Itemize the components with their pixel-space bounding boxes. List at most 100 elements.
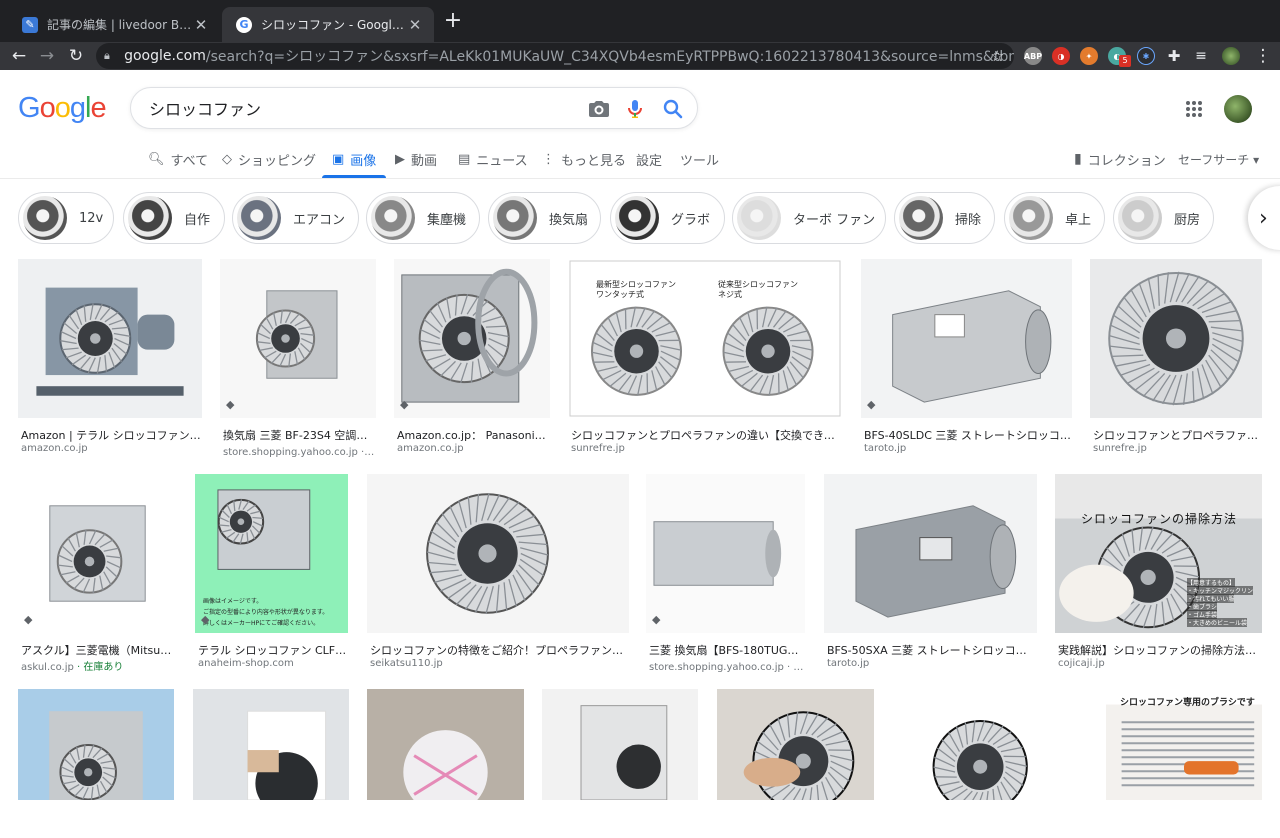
result-thumbnail[interactable] xyxy=(717,689,874,800)
chrome-menu-icon[interactable]: ⋮ xyxy=(1250,43,1276,69)
image-result[interactable]: シロッコファンとプロペラファ…sunrefre.jp xyxy=(1090,259,1262,456)
search-icon[interactable] xyxy=(661,97,685,121)
result-thumbnail[interactable] xyxy=(1090,259,1262,418)
metamask-extension-icon[interactable]: ✦ xyxy=(1080,47,1098,65)
account-avatar[interactable] xyxy=(1224,95,1252,123)
result-thumbnail[interactable] xyxy=(18,259,202,418)
image-result[interactable] xyxy=(18,689,174,838)
result-caption[interactable]: Amazon.co.jp： Panasonic (… xyxy=(397,427,549,443)
chip-0[interactable]: 12v xyxy=(18,192,114,244)
result-thumbnail[interactable]: シロッコファンの掃除方法【用意するもの】・キッチンマジックリン・汚れてもいい服・… xyxy=(1055,474,1262,633)
image-result[interactable] xyxy=(717,689,874,838)
result-thumbnail[interactable] xyxy=(193,689,349,800)
result-caption[interactable]: シロッコファンとプロペラファ… xyxy=(1093,427,1261,443)
media-queue-icon[interactable]: ≡ xyxy=(1188,43,1214,69)
collections-link[interactable]: ▮ コレクション xyxy=(1074,140,1166,178)
result-caption[interactable]: 換気扇 三菱 BF-23S4 空調送… xyxy=(223,427,375,443)
result-caption[interactable]: アスクル】三菱電機（Mitsubi… xyxy=(21,642,176,658)
image-result[interactable] xyxy=(193,689,349,838)
close-tab-icon[interactable]: ✕ xyxy=(192,16,210,34)
image-result[interactable] xyxy=(892,689,1088,838)
tab-all[interactable]: 🔍︎ すべて xyxy=(148,140,208,178)
chip-label: ターボ ファン xyxy=(793,209,875,228)
browser-tab-google[interactable]: G シロッコファン - Google 検索 ✕ xyxy=(222,7,434,42)
shopping-tag-icon: ◆ xyxy=(226,398,240,412)
blue-extension-icon[interactable]: ✱ xyxy=(1137,47,1155,65)
image-result[interactable]: BFS-50SXA 三菱 ストレートシロッコフ…taroto.jp xyxy=(824,474,1037,671)
chip-9[interactable]: 厨房 xyxy=(1113,192,1214,244)
adblock-extension-icon[interactable]: ABP xyxy=(1024,47,1042,65)
result-thumbnail[interactable]: ◆ xyxy=(646,474,805,633)
result-caption[interactable]: Amazon | テラル シロッコファン … xyxy=(21,427,201,443)
search-box[interactable] xyxy=(130,87,698,129)
image-result[interactable]: ◆BFS-40SLDC 三菱 ストレートシロッコフ…taroto.jp xyxy=(861,259,1072,456)
result-thumbnail[interactable] xyxy=(824,474,1037,633)
address-bar[interactable]: 🔒︎ google.com /search?q=シロッコファン&sxsrf=AL… xyxy=(96,43,1014,69)
result-caption[interactable]: 実践解説】シロッコファンの掃除方法… xyxy=(1058,642,1261,658)
result-thumbnail[interactable]: シロッコファン専用のブラシです xyxy=(1106,689,1262,800)
back-button[interactable]: ← xyxy=(6,43,32,69)
result-caption[interactable]: BFS-40SLDC 三菱 ストレートシロッコフ… xyxy=(864,427,1071,443)
image-result[interactable]: 最新型シロッコファンワンタッチ式従来型シロッコファンネジ式シロッコファンとプロペ… xyxy=(568,259,842,456)
close-tab-icon[interactable]: ✕ xyxy=(406,16,424,34)
browser-tab-livedoor[interactable]: ✎ 記事の編集 | livedoor Blog ✕ xyxy=(8,7,220,42)
image-result[interactable] xyxy=(542,689,698,838)
search-input[interactable] xyxy=(149,96,569,120)
result-caption[interactable]: テラル シロッコファン CLF2… xyxy=(198,642,347,658)
tab-videos[interactable]: ▶ 動画 xyxy=(395,140,437,178)
bookmark-star-icon[interactable]: ☆ xyxy=(991,47,1004,65)
image-result[interactable] xyxy=(367,689,524,838)
image-result[interactable]: シロッコファンの特徴をご紹介！プロペラファン…seikatsu110.jp xyxy=(367,474,629,671)
result-thumbnail[interactable]: ◆ xyxy=(394,259,550,418)
image-result[interactable]: ◆換気扇 三菱 BF-23S4 空調送…store.shopping.yahoo… xyxy=(220,259,376,456)
chip-1[interactable]: 自作 xyxy=(123,192,225,244)
result-thumbnail[interactable]: 画像はイメージです。ご指定の型番により内容や形状が異なります。詳しくはメーカーH… xyxy=(195,474,348,633)
red-extension-icon[interactable]: ◑ xyxy=(1052,47,1070,65)
microphone-icon[interactable] xyxy=(623,97,647,121)
tab-more[interactable]: ⋮ もっと見る xyxy=(542,140,626,178)
result-thumbnail[interactable] xyxy=(367,474,629,633)
google-logo[interactable]: Google xyxy=(18,92,106,125)
result-caption[interactable]: BFS-50SXA 三菱 ストレートシロッコフ… xyxy=(827,642,1036,658)
image-result[interactable]: ◆三菱 換気扇【BFS-180TUG】…store.shopping.yahoo… xyxy=(646,474,805,671)
extensions-puzzle-icon[interactable]: ✚ xyxy=(1161,43,1187,69)
result-thumbnail[interactable] xyxy=(892,689,1088,800)
chip-2[interactable]: エアコン xyxy=(232,192,359,244)
result-caption[interactable]: シロッコファンとプロペラファンの違い【交換できる… xyxy=(571,427,841,443)
new-tab-button[interactable]: + xyxy=(441,10,465,34)
tab-images[interactable]: ▣ 画像 xyxy=(322,140,386,178)
image-result[interactable]: Amazon | テラル シロッコファン …amazon.co.jp xyxy=(18,259,202,456)
camera-icon[interactable] xyxy=(587,97,611,121)
reload-button[interactable]: ↻ xyxy=(63,43,89,69)
tab-news[interactable]: ▤ ニュース xyxy=(458,140,528,178)
result-thumbnail[interactable] xyxy=(18,689,174,800)
result-thumbnail[interactable]: ◆ xyxy=(861,259,1072,418)
result-thumbnail[interactable]: ◆ xyxy=(18,474,177,633)
forward-button[interactable]: → xyxy=(34,43,60,69)
image-result[interactable]: ◆アスクル】三菱電機（Mitsubi…askul.co.jp · 在庫あり xyxy=(18,474,177,671)
chip-8[interactable]: 卓上 xyxy=(1004,192,1105,244)
image-result[interactable]: シロッコファン専用のブラシです xyxy=(1106,689,1262,838)
image-result[interactable]: シロッコファンの掃除方法【用意するもの】・キッチンマジックリン・汚れてもいい服・… xyxy=(1055,474,1262,671)
safesearch-dropdown[interactable]: セーフサーチ ▾ xyxy=(1178,140,1259,178)
result-thumbnail[interactable]: 最新型シロッコファンワンタッチ式従来型シロッコファンネジ式 xyxy=(568,259,842,418)
result-thumbnail[interactable] xyxy=(542,689,698,800)
chip-3[interactable]: 集塵機 xyxy=(366,192,480,244)
google-apps-icon[interactable] xyxy=(1182,97,1206,121)
result-caption[interactable]: 三菱 換気扇【BFS-180TUG】… xyxy=(649,642,804,658)
result-caption[interactable]: シロッコファンの特徴をご紹介！プロペラファン… xyxy=(370,642,628,658)
profile-avatar-icon[interactable] xyxy=(1222,47,1240,65)
result-thumbnail[interactable] xyxy=(367,689,524,800)
tab-tools[interactable]: ツール xyxy=(680,140,719,178)
chip-7[interactable]: 掃除 xyxy=(894,192,995,244)
result-thumbnail[interactable]: ◆ xyxy=(220,259,376,418)
image-result[interactable]: ◆Amazon.co.jp： Panasonic (…amazon.co.jp xyxy=(394,259,550,456)
chip-6[interactable]: ターボ ファン xyxy=(732,192,886,244)
tab-settings[interactable]: 設定 xyxy=(636,140,662,178)
safesearch-label: セーフサーチ ▾ xyxy=(1178,151,1259,168)
chip-4[interactable]: 換気扇 xyxy=(488,192,601,244)
tab-shopping[interactable]: ◇ ショッピング xyxy=(222,140,316,178)
chip-5[interactable]: グラボ xyxy=(610,192,725,244)
image-result[interactable]: 画像はイメージです。ご指定の型番により内容や形状が異なります。詳しくはメーカーH… xyxy=(195,474,348,671)
image-icon: ▣ xyxy=(332,152,344,167)
